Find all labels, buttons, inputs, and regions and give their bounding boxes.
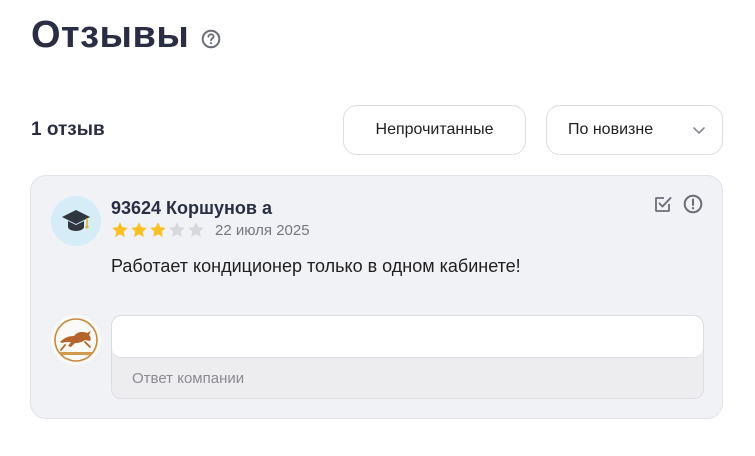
star-filled-icon: [111, 221, 129, 239]
star-filled-icon: [130, 221, 148, 239]
review-author[interactable]: 93624 Коршунов а: [111, 198, 272, 219]
question-circle-icon[interactable]: [201, 29, 221, 49]
company-reply-box[interactable]: Ответ компании: [111, 315, 704, 399]
star-empty-icon: [187, 221, 205, 239]
star-rating: [111, 221, 205, 239]
review-card: 93624 Коршунов а 22 июля 2025 Работает к…: [30, 175, 723, 419]
chevron-down-icon: [692, 123, 706, 137]
graduation-cap-icon: [51, 196, 101, 246]
unread-filter-button[interactable]: Непрочитанные: [343, 105, 526, 155]
company-logo-icon: [51, 315, 101, 365]
title-row: Отзывы: [31, 14, 221, 57]
unread-filter-label: Непрочитанные: [375, 121, 494, 138]
star-empty-icon: [168, 221, 186, 239]
page-title: Отзывы: [31, 14, 190, 56]
rating-row: 22 июля 2025: [111, 221, 310, 239]
company-reply-placeholder: Ответ компании: [132, 370, 245, 387]
report-icon[interactable]: [683, 194, 703, 214]
review-date: 22 июля 2025: [215, 221, 310, 239]
star-filled-icon: [149, 221, 167, 239]
review-count: 1 отзыв: [31, 119, 105, 140]
reviews-page: Отзывы 1 отзыв Непрочитанные По новизне: [0, 0, 755, 456]
company-reply-input[interactable]: [112, 316, 703, 358]
review-actions: [653, 194, 703, 214]
sort-select[interactable]: По новизне: [546, 105, 723, 155]
review-text: Работает кондиционер только в одном каби…: [111, 256, 521, 276]
sort-select-value: По новизне: [568, 121, 654, 138]
mark-read-icon[interactable]: [653, 194, 673, 214]
